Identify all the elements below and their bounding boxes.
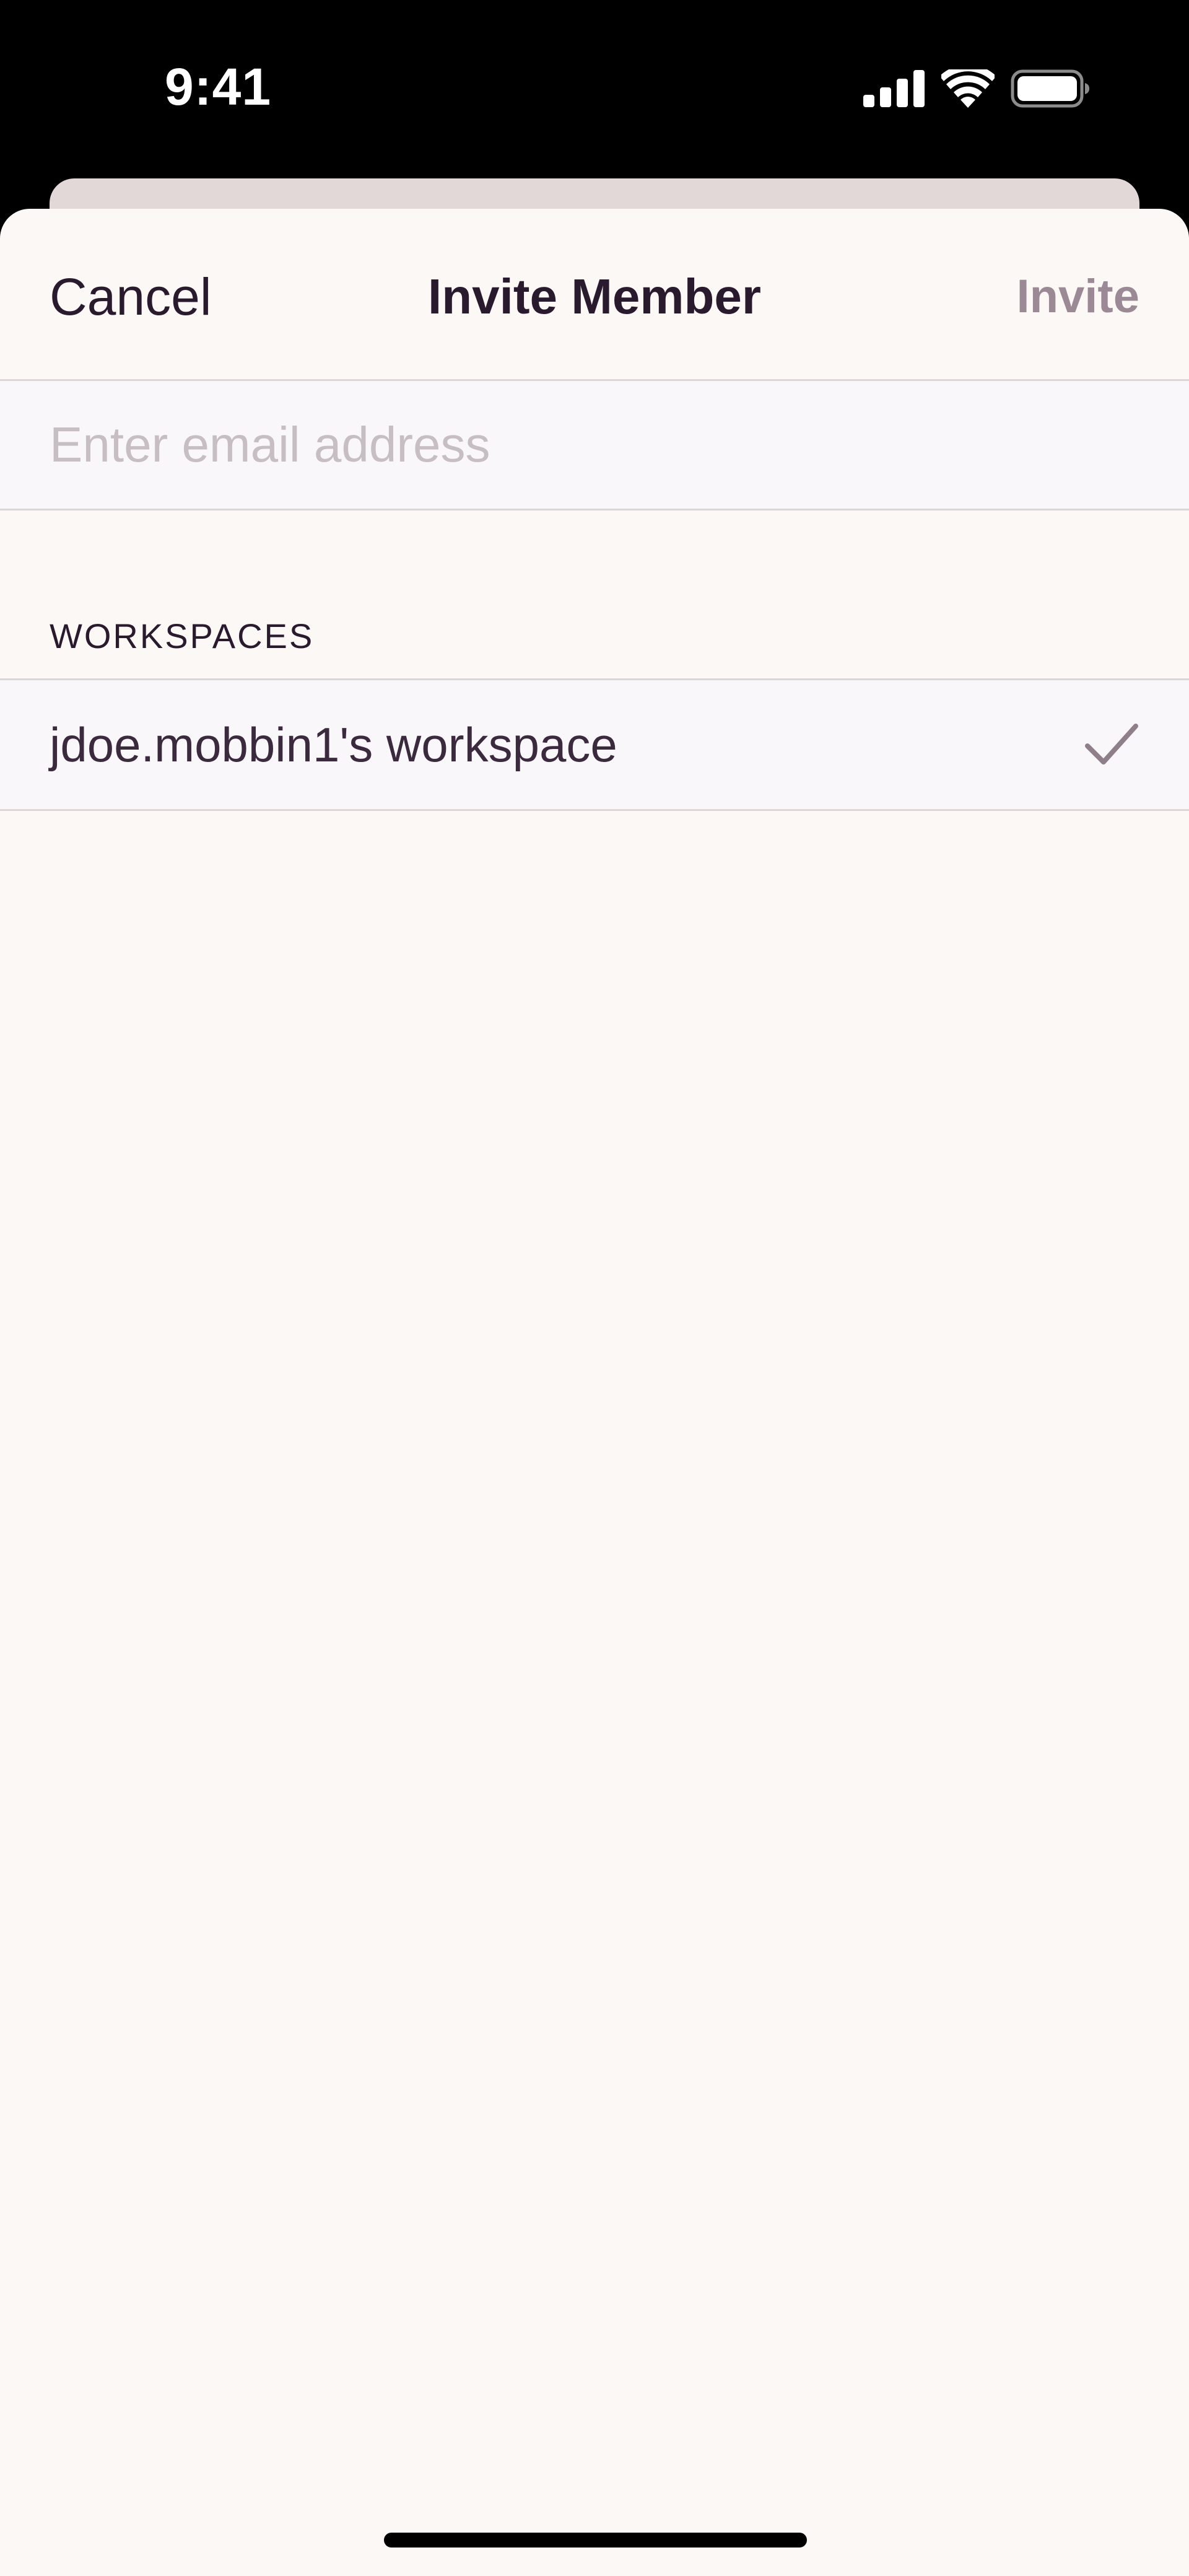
divider (0, 509, 1189, 510)
email-input[interactable] (50, 381, 1139, 509)
status-icons (863, 67, 1090, 110)
wifi-icon (941, 69, 995, 108)
invite-member-sheet: Cancel Invite Member Invite WORKSPACES j… (0, 209, 1189, 2576)
home-indicator[interactable] (384, 2533, 807, 2548)
divider (0, 809, 1189, 811)
section-header-workspaces: WORKSPACES (50, 616, 315, 655)
signal-icon (863, 70, 925, 107)
status-time: 9:41 (164, 58, 272, 116)
battery-icon (1011, 69, 1090, 108)
workspace-label: jdoe.mobbin1's workspace (50, 717, 617, 772)
status-bar: 9:41 (0, 0, 1189, 180)
page-title: Invite Member (428, 269, 761, 324)
email-row (0, 381, 1189, 509)
workspace-item[interactable]: jdoe.mobbin1's workspace (0, 680, 1189, 809)
invite-button[interactable]: Invite (1017, 266, 1140, 328)
checkmark-icon (1085, 724, 1138, 764)
nav-bar: Cancel Invite Member Invite (0, 209, 1189, 379)
